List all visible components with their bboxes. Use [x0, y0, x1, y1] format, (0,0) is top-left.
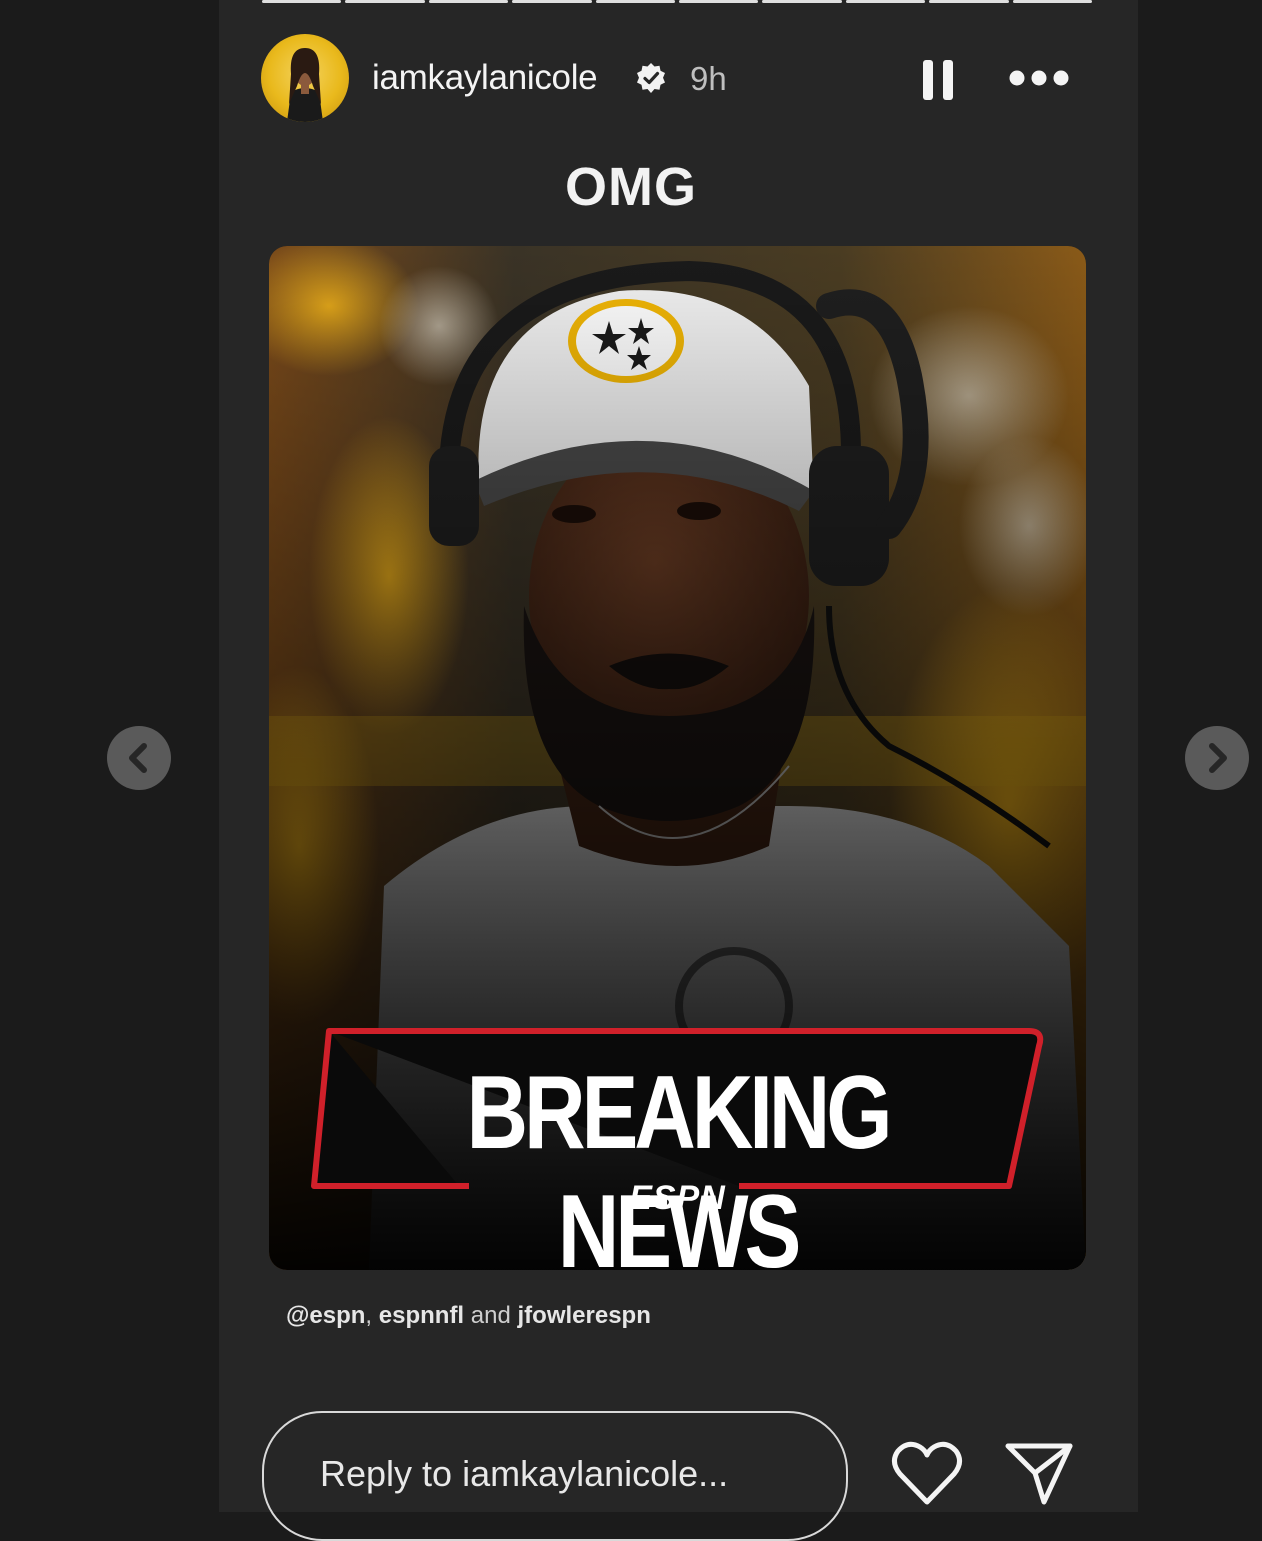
progress-segment: [762, 0, 842, 3]
pause-icon[interactable]: [920, 58, 956, 102]
progress-segment: [845, 0, 926, 3]
send-icon[interactable]: [1004, 1440, 1074, 1506]
progress-segment: [595, 0, 676, 3]
chevron-left-icon: [129, 743, 147, 773]
heart-icon[interactable]: [890, 1440, 964, 1506]
breaking-news-title: BREAKING NEWS: [466, 1055, 892, 1270]
verified-badge-icon: [637, 63, 665, 93]
mention-separator: ,: [365, 1302, 379, 1329]
reply-placeholder: Reply to iamkaylanicole...: [320, 1453, 729, 1494]
avatar[interactable]: [261, 34, 349, 122]
progress-segment: [512, 0, 592, 3]
story-caption: OMG: [565, 157, 697, 217]
story-mentions: @espn, espnnfl and jfowlerespn: [286, 1302, 651, 1330]
mention-jfowlerespn[interactable]: jfowlerespn: [518, 1302, 651, 1329]
story-username[interactable]: iamkaylanicole: [372, 58, 598, 98]
shared-post-image[interactable]: BREAKING NEWS ESPN: [269, 246, 1086, 1270]
progress-segment: [929, 0, 1009, 3]
reply-input[interactable]: Reply to iamkaylanicole...: [262, 1411, 848, 1541]
mention-espnnfl[interactable]: espnnfl: [379, 1302, 464, 1329]
mention-espn[interactable]: @espn: [286, 1302, 365, 1329]
progress-segment: [679, 0, 759, 3]
espn-logo: ESPN: [629, 1179, 726, 1217]
story-time: 9h: [690, 60, 727, 97]
mention-separator: and: [464, 1302, 518, 1329]
chevron-right-icon: [1209, 743, 1227, 773]
progress-segment: [345, 0, 425, 3]
next-story-button[interactable]: [1185, 726, 1249, 790]
story-progress-bar: [262, 0, 1093, 4]
more-options-icon[interactable]: [1008, 64, 1070, 92]
progress-segment: [428, 0, 509, 3]
progress-segment: [262, 0, 342, 3]
previous-story-button[interactable]: [107, 726, 171, 790]
progress-segment: [1012, 0, 1093, 3]
